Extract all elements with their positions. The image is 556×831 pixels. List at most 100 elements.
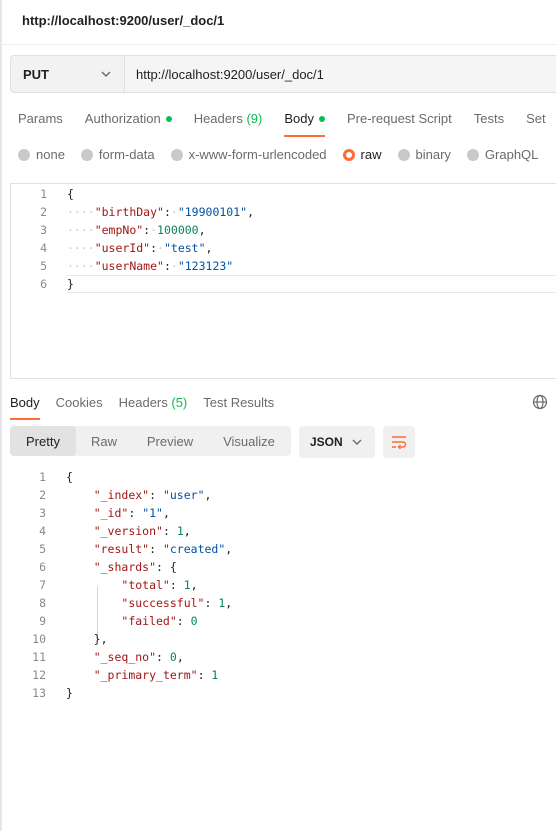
json-value: 1 [183, 578, 191, 592]
response-line: 8 "successful": 1, [0, 594, 556, 612]
json-colon: : [162, 524, 177, 538]
tab-cookies[interactable]: Cookies [56, 394, 103, 411]
radio-raw[interactable]: raw [342, 147, 382, 162]
json-comma: , [247, 205, 255, 219]
tab-prerequest-label: Pre-request Script [346, 111, 452, 126]
json-colon: : [156, 560, 170, 574]
radio-circle-icon [397, 148, 410, 161]
json-punct: { [66, 470, 73, 484]
json-colon: : [128, 506, 143, 520]
line-number: 4 [39, 524, 46, 538]
code-text: } [67, 275, 74, 293]
json-brace: } [67, 277, 74, 291]
code-text: ····"empNo":·100000, [67, 221, 206, 239]
code-text: { [66, 468, 73, 486]
line-number: 1 [40, 187, 47, 201]
code-text: "_version": 1, [66, 522, 191, 540]
view-preview-label: Preview [146, 433, 194, 449]
whitespace-marker: · [170, 205, 178, 219]
json-key: "_index" [93, 488, 150, 502]
json-colon: : [176, 614, 191, 628]
headers-count: (9) [246, 111, 263, 126]
radio-urlencoded[interactable]: x-www-form-urlencoded [170, 147, 327, 162]
line-number: 6 [39, 560, 46, 574]
tab-body[interactable]: Body [284, 110, 325, 137]
tab-response-body[interactable]: Body [10, 394, 40, 420]
code-text: }, [66, 630, 108, 648]
json-key: "birthDay" [94, 205, 164, 219]
tab-tests-label: Tests [473, 111, 505, 126]
line-number: 4 [40, 241, 47, 255]
json-value: "created" [162, 542, 226, 556]
response-line: 9 "failed": 0 [0, 612, 556, 630]
radio-circle-icon [18, 148, 30, 161]
code-text: ····"birthDay":·"19900101", [67, 203, 254, 221]
whitespace-marker: ···· [67, 259, 95, 273]
json-value: "19900101" [177, 205, 248, 219]
response-tabs: Body Cookies Headers (5) Test Results [10, 394, 290, 420]
response-body-viewer[interactable]: 1{2 "_index": "user", 3 "_id": "1", 4 "_ve… [0, 468, 556, 708]
response-line: 13} [0, 684, 556, 702]
response-line: 2 "_index": "user", [0, 486, 556, 504]
wrap-lines-button[interactable] [383, 426, 415, 458]
response-line: 7 "total": 1, [0, 576, 556, 594]
view-pretty-label: Pretty [26, 433, 60, 449]
code-text: "_id": "1", [66, 504, 170, 522]
json-key: "_primary_term" [93, 668, 198, 682]
json-punct: } [66, 686, 73, 700]
tab-response-headers[interactable]: Headers (5) [119, 394, 188, 411]
tab-test-results-label: Test Results [203, 395, 275, 410]
radio-form-data[interactable]: form-data [80, 147, 155, 162]
radio-binary[interactable]: binary [397, 147, 451, 162]
view-raw-label: Raw [90, 433, 117, 449]
request-bar: PUT http://localhost:9200/user/_doc/1 [10, 55, 556, 93]
code-text: "successful": 1, [66, 594, 232, 612]
format-label: JSON [310, 435, 343, 449]
view-pretty-button[interactable]: Pretty [10, 426, 76, 456]
tab-body-label: Body [284, 111, 314, 126]
view-preview-button[interactable]: Preview [132, 426, 208, 456]
url-input[interactable]: http://localhost:9200/user/_doc/1 [125, 56, 556, 92]
view-visualize-label: Visualize [223, 433, 275, 449]
json-comma: , [204, 488, 212, 502]
tab-response-body-label: Body [10, 395, 40, 410]
request-body-editor[interactable]: 1{2 ····"birthDay":·"19900101", 3 ····"empN… [10, 183, 556, 379]
code-text: "_seq_no": 0, [66, 648, 184, 666]
json-value: 1 [211, 668, 219, 682]
url-text: http://localhost:9200/user/_doc/1 [136, 66, 324, 82]
json-key: "failed" [121, 614, 177, 628]
tab-test-results[interactable]: Test Results [203, 394, 274, 411]
globe-icon[interactable] [532, 394, 548, 410]
line-number: 5 [39, 542, 46, 556]
tab-settings[interactable]: Set [526, 110, 546, 127]
code-line: 1{ [11, 185, 556, 203]
code-line: 2 ····"birthDay":·"19900101", [11, 203, 556, 221]
radio-raw-label: raw [360, 147, 382, 162]
json-key: "_id" [93, 506, 129, 520]
json-key: "userId" [94, 241, 151, 255]
tab-prerequest[interactable]: Pre-request Script [347, 110, 452, 127]
json-value: 100000 [157, 223, 199, 237]
json-comma: , [205, 241, 213, 255]
tab-authorization[interactable]: Authorization [85, 110, 172, 127]
radio-none[interactable]: none [18, 147, 65, 162]
response-line: 10 }, [0, 630, 556, 648]
method-select[interactable]: PUT [11, 56, 125, 92]
view-raw-button[interactable]: Raw [76, 426, 132, 456]
view-visualize-button[interactable]: Visualize [208, 426, 290, 456]
tab-headers-label: Headers [193, 111, 243, 126]
body-mode-options: none form-data x-www-form-urlencoded raw… [18, 147, 554, 162]
format-select[interactable]: JSON [299, 426, 375, 458]
tab-params[interactable]: Params [18, 110, 63, 127]
response-line: 4 "_version": 1, [0, 522, 556, 540]
tab-settings-label: Set [526, 111, 546, 126]
radio-graphql[interactable]: GraphQL [466, 147, 538, 162]
tab-tests[interactable]: Tests [474, 110, 504, 127]
tab-headers[interactable]: Headers (9) [194, 110, 263, 127]
